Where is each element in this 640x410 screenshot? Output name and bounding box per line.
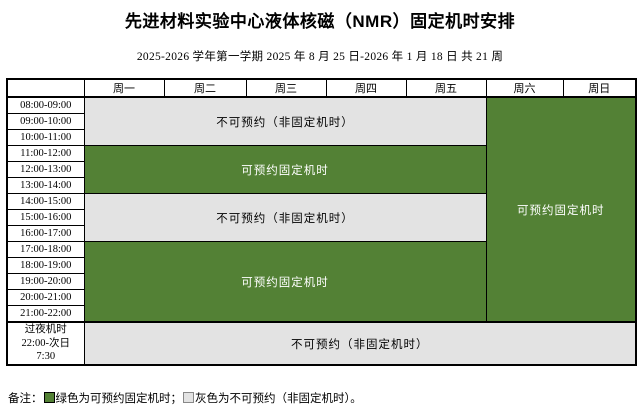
overnight-line-2: 22:00-次日 <box>8 337 84 351</box>
day-header-wed: 周三 <box>246 79 326 97</box>
time-slot-1100: 11:00-12:00 <box>7 146 84 162</box>
legend-gray-label: 灰色为不可预约（非固定机时）。 <box>195 393 362 405</box>
block-weekday-afternoon-unavailable: 不可预约（非固定机时） <box>84 194 486 242</box>
time-slot-0900: 09:00-10:00 <box>7 114 84 130</box>
day-header-thu: 周四 <box>326 79 406 97</box>
legend-note: 备注： 绿色为可预约固定机时； 灰色为不可预约（非固定机时）。 <box>8 390 362 406</box>
legend-prefix: 备注： <box>8 393 43 405</box>
time-slot-2100: 21:00-22:00 <box>7 306 84 323</box>
day-header-fri: 周五 <box>406 79 486 97</box>
overnight-line-1: 过夜机时 <box>8 323 84 337</box>
block-weekday-evening-available: 可预约固定机时 <box>84 242 486 323</box>
overnight-line-3: 7:30 <box>8 350 84 364</box>
time-slot-2000: 20:00-21:00 <box>7 290 84 306</box>
block-weekday-midday-available: 可预约固定机时 <box>84 146 486 194</box>
block-weekend-available: 可预约固定机时 <box>486 97 636 322</box>
time-slot-0800: 08:00-09:00 <box>7 97 84 114</box>
schedule-page: 先进材料实验中心液体核磁（NMR）固定机时安排 2025-2026 学年第一学期… <box>0 0 640 410</box>
page-subtitle: 2025-2026 学年第一学期 2025 年 8 月 25 日-2026 年 … <box>0 32 640 64</box>
day-header-sat: 周六 <box>486 79 563 97</box>
schedule-table: 周一 周二 周三 周四 周五 周六 周日 08:00-09:00 不可预约（非固… <box>6 78 637 366</box>
time-slot-1700: 17:00-18:00 <box>7 242 84 258</box>
overnight-time-label: 过夜机时 22:00-次日 7:30 <box>7 322 84 365</box>
time-slot-1500: 15:00-16:00 <box>7 210 84 226</box>
green-swatch-icon <box>44 392 55 403</box>
table-header-row: 周一 周二 周三 周四 周五 周六 周日 <box>7 79 636 97</box>
time-slot-1200: 12:00-13:00 <box>7 162 84 178</box>
time-slot-1400: 14:00-15:00 <box>7 194 84 210</box>
day-header-mon: 周一 <box>84 79 164 97</box>
time-slot-1900: 19:00-20:00 <box>7 274 84 290</box>
page-title: 先进材料实验中心液体核磁（NMR）固定机时安排 <box>0 0 640 32</box>
time-slot-1300: 13:00-14:00 <box>7 178 84 194</box>
legend-green-label: 绿色为可预约固定机时； <box>56 393 183 405</box>
corner-cell <box>7 79 84 97</box>
day-header-tue: 周二 <box>164 79 246 97</box>
overnight-row: 过夜机时 22:00-次日 7:30 不可预约（非固定机时） <box>7 322 636 365</box>
table-row: 08:00-09:00 不可预约（非固定机时） 可预约固定机时 <box>7 97 636 114</box>
block-weekday-morning-unavailable: 不可预约（非固定机时） <box>84 97 486 146</box>
time-slot-1000: 10:00-11:00 <box>7 130 84 146</box>
day-header-sun: 周日 <box>563 79 636 97</box>
time-slot-1800: 18:00-19:00 <box>7 258 84 274</box>
block-overnight-unavailable: 不可预约（非固定机时） <box>84 322 636 365</box>
gray-swatch-icon <box>183 392 194 403</box>
time-slot-1600: 16:00-17:00 <box>7 226 84 242</box>
